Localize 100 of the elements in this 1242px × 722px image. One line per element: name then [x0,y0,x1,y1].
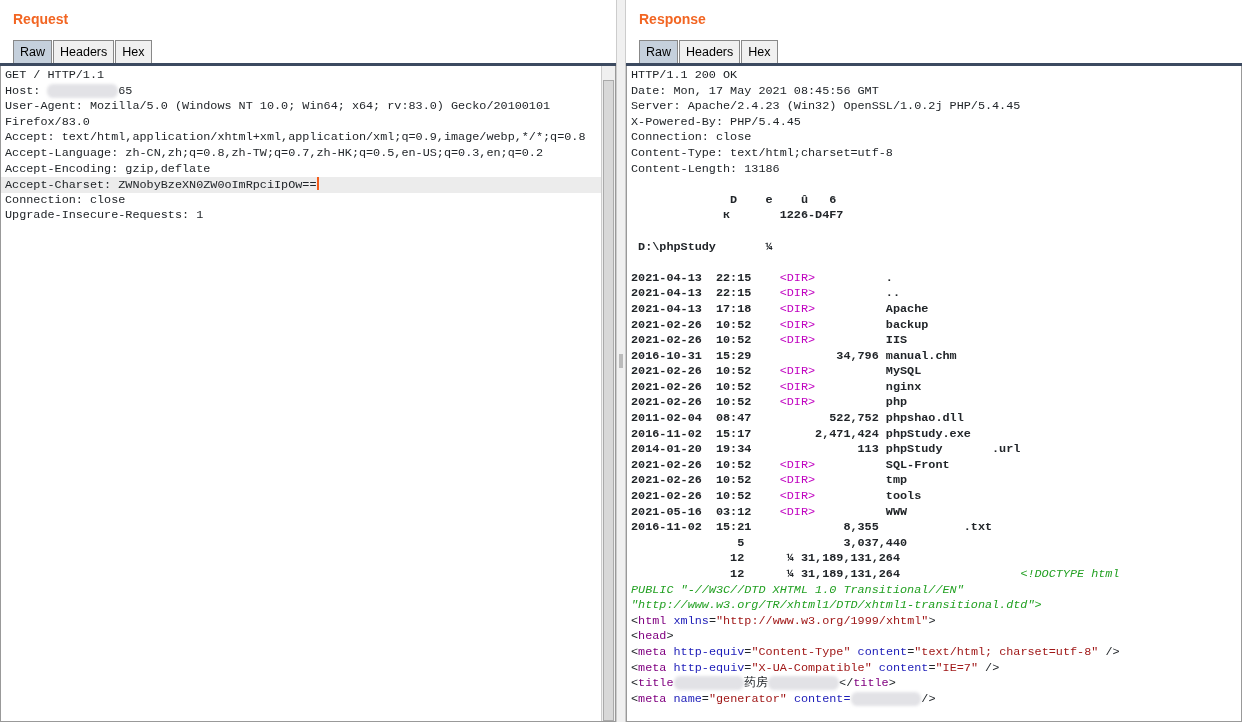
dir-label: <DIR> [779,301,816,316]
attribute-value: "IE=7" [935,660,978,675]
listing-text: tools [884,489,922,504]
listing-text: 2016-10-31 15:29 34,796 manual.chm [631,348,957,363]
listing-text: 2021-04-13 22:15 [631,270,753,285]
code-text: Upgrade-Insecure-Requests: 1 [5,208,204,223]
view-tab[interactable]: Hex [741,40,778,63]
code-text: Accept-Encoding: gzip,deflate [5,161,211,176]
attribute-value: "generator" [708,691,787,706]
tag-bracket: /> [921,691,936,706]
code-text: Date: Mon, 17 May 2021 08:45:56 GMT [631,83,879,98]
code-text: Connection: close [631,130,752,145]
tag-bracket: = [708,613,716,628]
dir-label: <DIR> [779,317,816,332]
code-text: Firefox/83.0 [5,114,90,129]
code-text: Host: [5,83,42,98]
listing-text: 2021-02-26 10:52 [631,379,753,394]
dir-label: <DIR> [779,504,816,519]
tag-bracket: = [744,644,752,659]
listing-text: 2014-01-20 19:34 113 phpStudy .url [631,442,1021,457]
grip-icon [619,354,623,368]
dir-label: <DIR> [779,270,816,285]
listing-text: 2021-02-26 10:52 [631,333,753,348]
listing-text: tmp [884,473,908,488]
view-tab[interactable]: Raw [13,40,52,63]
doctype-text: "http://www.w3.org/TR/xhtml1/DTD/xhtml1-transitional.dtd"> [631,598,1042,613]
code-text: GET / HTTP/1.1 [5,68,105,82]
tag-bracket: < [631,644,639,659]
tag-name: meta [638,644,667,659]
listing-text: .. [884,286,901,301]
attribute-value: "text/html; charset=utf-8" [914,644,1099,659]
listing-text: . [884,270,893,285]
listing-text: MySQL [884,364,922,379]
code-text: Accept-Language: zh-CN,zh;q=0.8,zh-TW;q=0.7,zh-HK;q=0.5,en-US;q=0.3,en;q=0.2 [5,145,544,160]
listing-text: 12 ¼ 31,189,131,264 [729,551,900,566]
scrollbar-thumb[interactable] [603,80,614,721]
tag-bracket: /> [984,660,1000,675]
listing-text: 2011-02-04 08:47 522,752 phpshao.dll [631,411,964,426]
dir-label: <DIR> [779,286,816,301]
listing-text: 2021-04-13 17:18 [631,301,753,316]
tag-bracket: < [631,676,639,691]
listing-text: 5 3,037,440 [736,535,908,550]
dir-label: <DIR> [779,473,816,488]
listing-text: 2016-11-02 15:21 8,355 .txt [631,520,993,535]
listing-text: php [884,395,908,410]
listing-text: IIS [884,333,908,348]
tag-bracket: = [744,660,752,675]
attribute-name: http-equiv [672,644,745,659]
code-text: Server: Apache/2.4.23 (Win32) OpenSSL/1.0.2j PHP/5.4.45 [631,99,1021,114]
tag-bracket: = [701,691,709,706]
tag-bracket: </ [839,676,854,691]
view-tab[interactable]: Raw [639,40,678,63]
listing-text: WWW [884,504,908,519]
attribute-name: content= [792,691,851,706]
pane-title: Response [638,10,707,29]
listing-text: 2021-02-26 10:52 [631,395,753,410]
view-tab[interactable]: Hex [115,40,152,63]
attribute-name: content [856,644,908,659]
dir-label: <DIR> [779,379,816,394]
tag-bracket: < [631,629,639,644]
code-text: Content-Length: 13186 [631,161,780,176]
redacted-area [673,676,745,691]
listing-text: 12 ¼ 31,189,131,264 [729,567,901,581]
code-text: HTTP/1.1 200 OK [631,68,738,82]
dir-label: <DIR> [779,489,816,504]
listing-text: 2021-04-13 22:15 [631,286,753,301]
tag-bracket: > [888,676,896,691]
tag-bracket: = [928,660,936,675]
listing-text: SQL-Front [884,457,950,472]
scrollbar[interactable] [601,66,615,721]
view-tab[interactable]: Headers [679,40,741,63]
attribute-name: http-equiv [672,660,745,675]
pane-title: Request [12,10,70,29]
tag-name: head [638,629,667,644]
tag-name: meta [638,691,667,706]
text-cursor [316,177,319,191]
tag-name: title [638,676,674,691]
attribute-name: content [877,660,929,675]
listing-text: 2021-02-26 10:52 [631,457,753,472]
view-tab[interactable]: Headers [53,40,115,63]
listing-text: Apache [884,301,929,316]
pane-splitter[interactable] [616,0,626,722]
dir-label: <DIR> [779,457,816,472]
listing-text: 2016-11-02 15:17 2,471,424 phpStudy.exe [631,426,971,441]
redacted-area [768,676,840,691]
listing-text: 2021-02-26 10:52 [631,489,753,504]
code-text: 药房 [744,676,769,691]
code-text: Accept-Charset: ZWNobyBzeXN0ZW0oImRpciIpOw== [5,178,317,193]
tag-name: title [853,676,889,691]
listing-text: 2021-05-16 03:12 [631,504,753,519]
listing-text: 2021-02-26 10:52 [631,473,753,488]
doctype-text: <!DOCTYPE html [1020,567,1120,581]
tag-bracket: > [666,629,674,644]
listing-text: 2021-02-26 10:52 [631,317,753,332]
tag-name: meta [638,660,667,675]
tag-name: html [638,613,667,628]
dir-label: <DIR> [779,395,816,410]
doctype-text: PUBLIC "-//W3C//DTD XHTML 1.0 Transitional//EN" [631,582,964,597]
tag-bracket: /> [1104,644,1120,659]
tag-bracket: < [631,691,639,706]
